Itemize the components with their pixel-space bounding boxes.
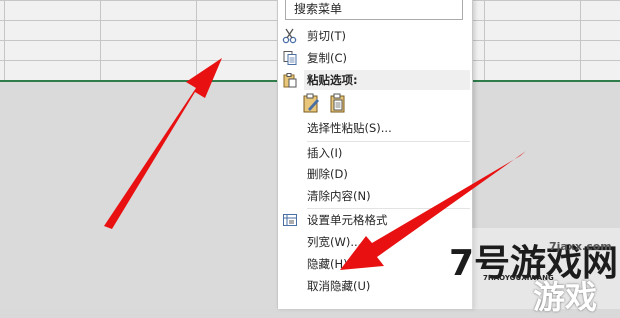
paste-special-label: 选择性粘贴(S)...: [307, 121, 392, 135]
paste-options-header: 粘贴选项:: [304, 70, 470, 90]
search-menu-input[interactable]: 搜索菜单: [285, 0, 463, 20]
clipboard-icon: [282, 72, 298, 88]
watermark-domain: 7jaxx.com: [549, 240, 612, 253]
menu-item-insert[interactable]: 插入(I): [278, 143, 472, 163]
watermark: 7号游戏网 7HAOYOUXIWANG 7jaxx.com 游戏: [437, 228, 620, 316]
menu-separator: [307, 208, 470, 209]
clear-contents-label: 清除内容(N): [307, 189, 371, 203]
column-width-label: 列宽(W)...: [307, 235, 362, 249]
menu-item-format-cells[interactable]: 设置单元格格式: [278, 210, 472, 230]
menu-item-cut[interactable]: 剪切(T): [278, 26, 472, 46]
menu-item-clear-contents[interactable]: 清除内容(N): [278, 186, 472, 206]
copy-icon: [282, 50, 298, 66]
cut-label: 剪切(T): [307, 29, 346, 43]
menu-item-paste-special[interactable]: 选择性粘贴(S)...: [278, 118, 472, 138]
format-cells-icon: [282, 212, 298, 228]
menu-separator: [307, 141, 470, 142]
unhide-label: 取消隐藏(U): [307, 279, 371, 293]
paste-values-icon[interactable]: [330, 93, 348, 113]
watermark-sub: 游戏: [533, 278, 598, 316]
paste-options-label: 粘贴选项:: [307, 73, 358, 87]
menu-item-copy[interactable]: 复制(C): [278, 48, 472, 68]
scissors-icon: [282, 28, 298, 44]
delete-label: 删除(D): [307, 167, 348, 181]
format-cells-label: 设置单元格格式: [307, 213, 388, 227]
menu-item-delete[interactable]: 删除(D): [278, 164, 472, 184]
insert-label: 插入(I): [307, 146, 343, 160]
copy-label: 复制(C): [307, 51, 348, 65]
hide-label: 隐藏(H): [307, 257, 348, 271]
paste-icon[interactable]: [303, 93, 321, 113]
